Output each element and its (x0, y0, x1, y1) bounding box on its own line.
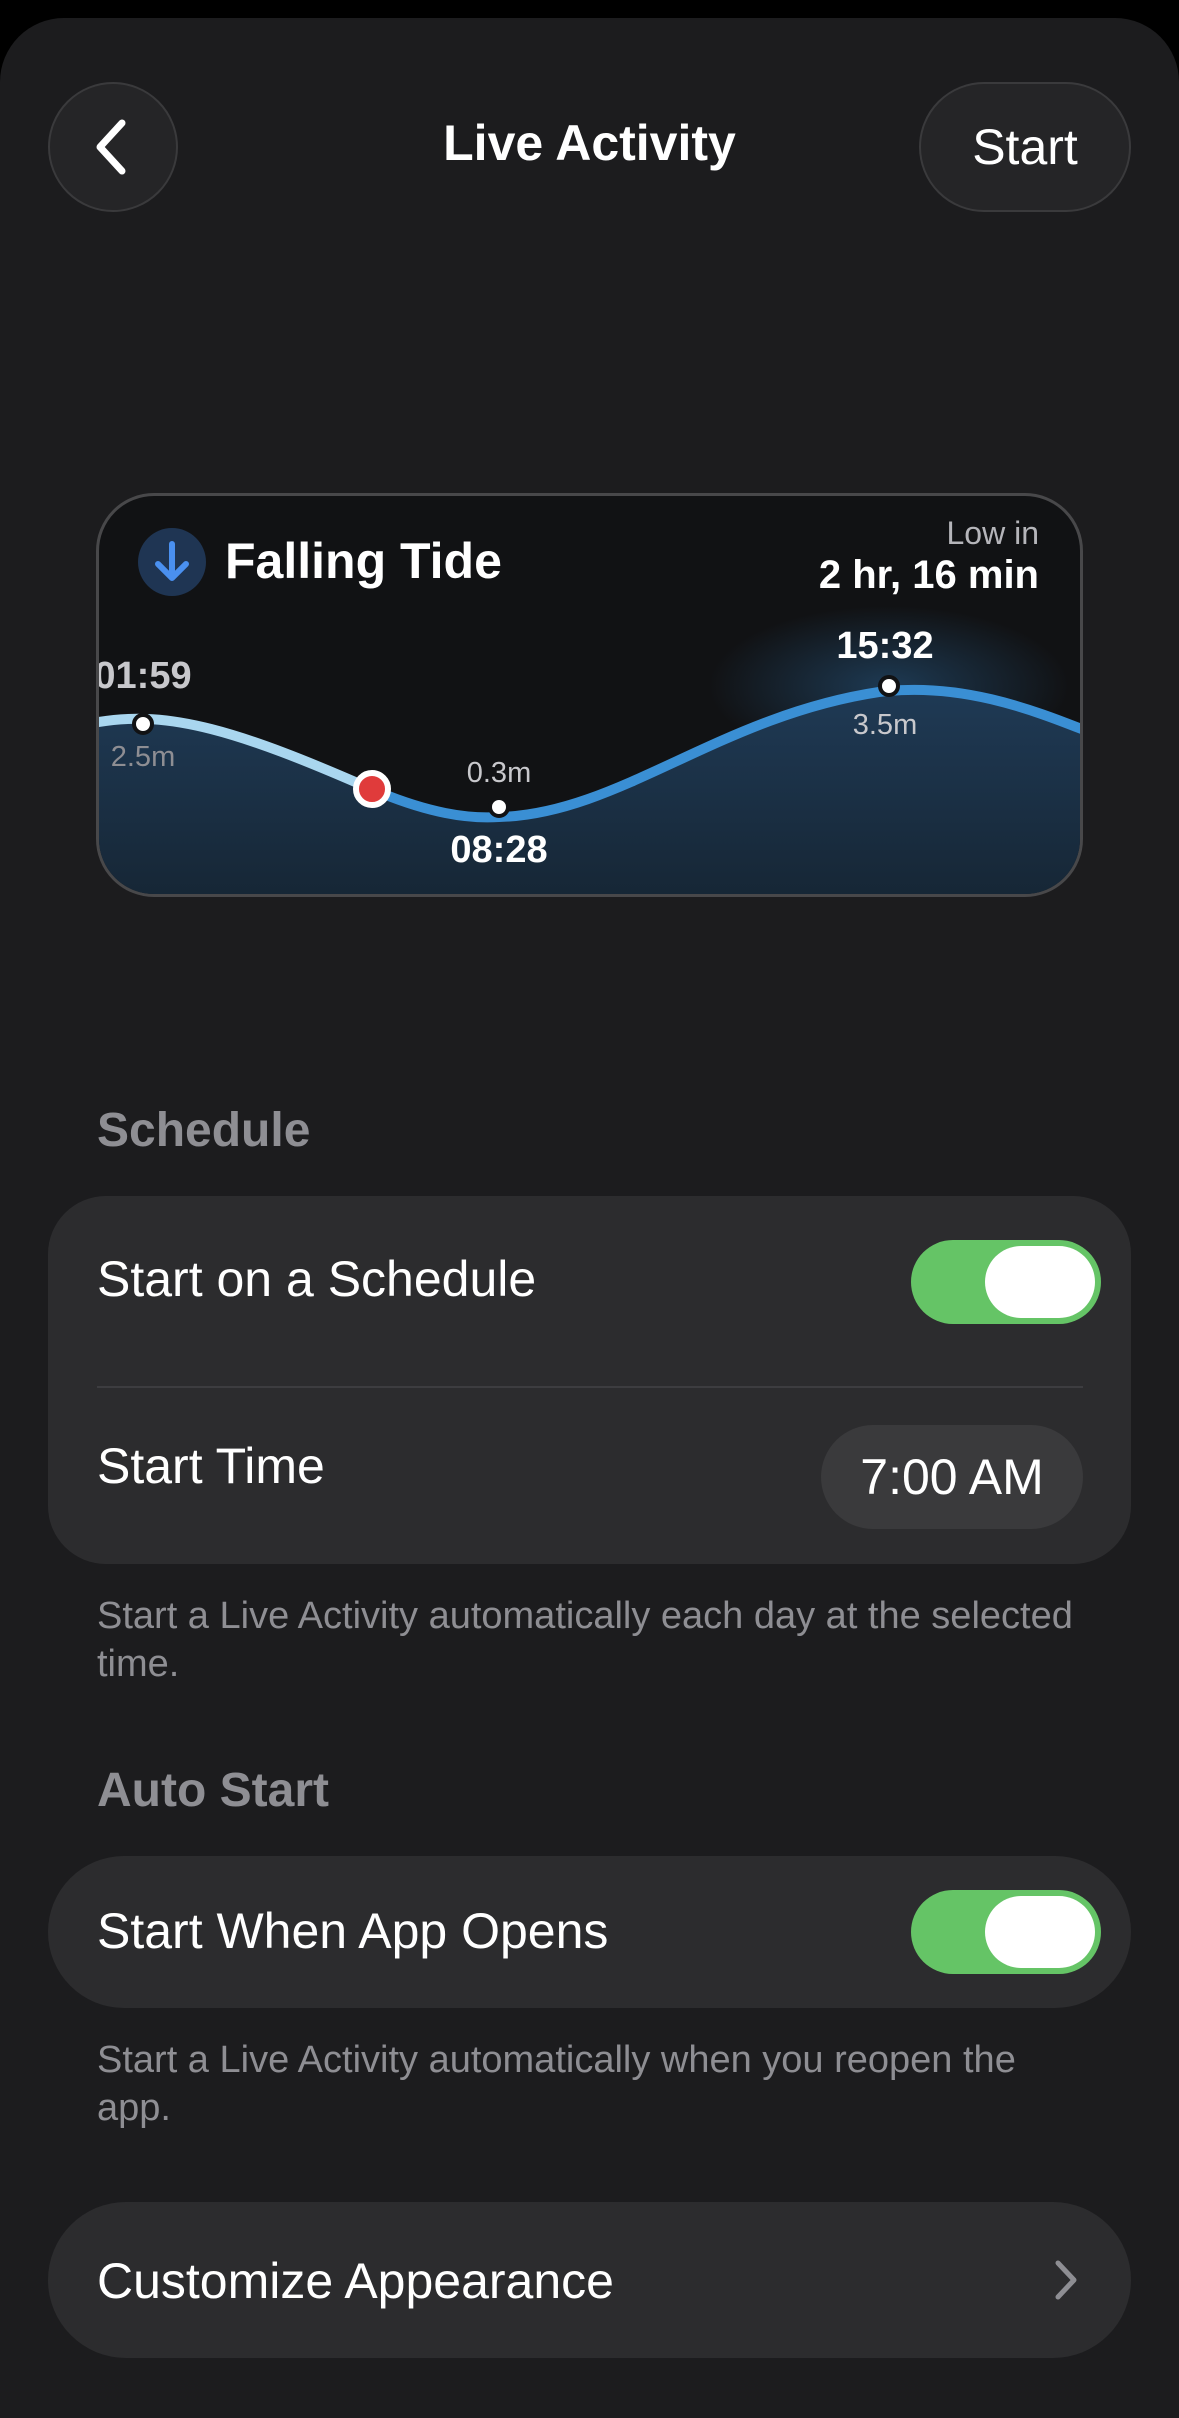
schedule-group: Start on a Schedule Start Time 7:00 AM (48, 1196, 1131, 1564)
chevron-right-icon (1055, 2260, 1077, 2300)
point-2-time: 08:28 (450, 829, 547, 871)
point-2-height: 0.3m (467, 757, 531, 789)
point-3-time: 15:32 (836, 625, 933, 667)
start-when-app-opens-label: Start When App Opens (97, 1903, 609, 1959)
auto-start-group: Start When App Opens (48, 1856, 1131, 2008)
tide-status: Falling Tide (225, 533, 502, 589)
now-marker (353, 770, 391, 808)
start-on-schedule-toggle[interactable] (911, 1240, 1101, 1324)
auto-start-footnote: Start a Live Activity automatically when… (97, 2039, 1016, 2129)
tide-point-3 (878, 675, 900, 697)
customize-appearance-row[interactable]: Customize Appearance (48, 2202, 1131, 2358)
start-time-label: Start Time (97, 1438, 325, 1494)
divider (97, 1386, 1083, 1388)
tide-point-1 (132, 713, 154, 735)
start-button[interactable]: Start (919, 82, 1131, 212)
low-in-label: Low in (947, 515, 1040, 551)
start-on-schedule-label: Start on a Schedule (97, 1251, 537, 1307)
customize-appearance-label: Customize Appearance (97, 2253, 614, 2309)
schedule-footnote: Start a Live Activity automatically each… (97, 1595, 1073, 1685)
schedule-header: Schedule (97, 1104, 311, 1157)
point-1-height: 2.5m (111, 741, 175, 773)
start-time-picker[interactable]: 7:00 AM (821, 1425, 1083, 1529)
toggle-knob (985, 1896, 1095, 1968)
sheet: Live Activity Start Falling Tide Low in … (0, 18, 1179, 2418)
auto-start-header: Auto Start (97, 1764, 329, 1817)
toggle-knob (985, 1246, 1095, 1318)
tide-point-2 (488, 796, 510, 818)
low-in-value: 2 hr, 16 min (819, 553, 1039, 597)
point-1-time: 01:59 (99, 655, 192, 697)
point-3-height: 3.5m (853, 709, 917, 741)
start-when-app-opens-toggle[interactable] (911, 1890, 1101, 1974)
live-activity-preview: Falling Tide Low in 2 hr, 16 min 01:59 2… (96, 493, 1083, 897)
